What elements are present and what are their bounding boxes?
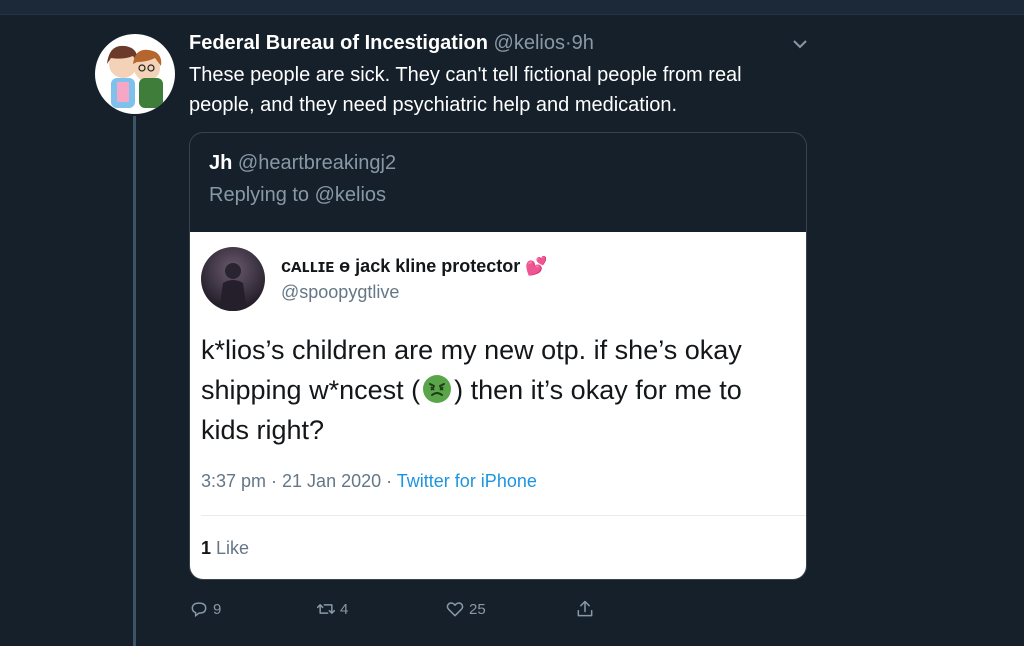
window-top-bar bbox=[0, 0, 1024, 15]
quoted-display-name[interactable]: Jh bbox=[209, 152, 232, 174]
screenshot-tweet-text: k*lios’s children are my new otp. if she… bbox=[201, 330, 806, 450]
like-button[interactable]: 25 bbox=[445, 596, 486, 622]
like-count: 25 bbox=[469, 600, 486, 618]
screenshot-likes: 1 Like bbox=[201, 536, 249, 560]
screenshot-text-line-2a: shipping w*ncest ( bbox=[201, 375, 421, 405]
retweet-button[interactable]: 4 bbox=[316, 596, 348, 622]
retweet-icon bbox=[316, 604, 336, 614]
screenshot-text-line-3: kids right? bbox=[201, 415, 325, 445]
share-icon bbox=[577, 600, 593, 617]
thread-line bbox=[133, 116, 136, 646]
display-name[interactable]: Federal Bureau of Incestigation bbox=[189, 32, 488, 54]
reply-button[interactable]: 9 bbox=[189, 596, 221, 622]
screenshot-meta-separator: · bbox=[381, 471, 397, 491]
attached-screenshot[interactable]: cᴀʟʟɪᴇ ɵ jack kline protector 💕 @spoopyg… bbox=[190, 232, 806, 579]
tweet-header: Federal Bureau of Incestigation @kelios·… bbox=[189, 30, 594, 56]
avatar[interactable] bbox=[95, 34, 175, 114]
screenshot-display-name: cᴀʟʟɪᴇ ɵ jack kline protector 💕 bbox=[281, 254, 548, 278]
screenshot-meta: 3:37 pm · 21 Jan 2020 · Twitter for iPho… bbox=[201, 469, 537, 493]
like-icon bbox=[446, 602, 464, 617]
screenshot-source: Twitter for iPhone bbox=[396, 471, 537, 491]
screenshot-avatar bbox=[201, 247, 265, 311]
chevron-down-icon[interactable] bbox=[792, 37, 808, 51]
screenshot-text-line-2b: ) then it’s okay for me to bbox=[454, 375, 742, 405]
screenshot-name-text: cᴀʟʟɪᴇ ɵ jack kline protector bbox=[281, 256, 521, 276]
separator-dot: · bbox=[564, 32, 572, 54]
nauseated-face-emoji bbox=[422, 374, 452, 404]
tweet-text: These people are sick. They can't tell f… bbox=[189, 64, 742, 116]
screenshot-timestamp: 3:37 pm · 21 Jan 2020 bbox=[201, 471, 382, 491]
screenshot-divider bbox=[201, 515, 806, 516]
screenshot-text-line-1: k*lios’s children are my new otp. if she… bbox=[201, 335, 742, 365]
screenshot-handle: @spoopygtlive bbox=[281, 282, 400, 302]
quoted-user-handle[interactable]: @heartbreakingj2 bbox=[238, 152, 396, 174]
heart-emoji: 💕 bbox=[525, 256, 548, 276]
tweet-time[interactable]: 9h bbox=[572, 32, 594, 54]
screenshot-likes-label: Like bbox=[216, 538, 250, 558]
quoted-tweet-header: Jh @heartbreakingj2 bbox=[209, 149, 396, 177]
reply-count: 9 bbox=[213, 600, 222, 618]
reply-icon bbox=[191, 602, 207, 618]
tweet-actions: 9 4 25 bbox=[189, 596, 609, 622]
screenshot-likes-count: 1 bbox=[201, 538, 212, 558]
share-button[interactable] bbox=[575, 596, 599, 622]
screenshot-text-line-2: shipping w*ncest ( ) then it’s okay for m… bbox=[201, 370, 806, 410]
replying-to: Replying to @kelios bbox=[209, 184, 387, 206]
retweet-count: 4 bbox=[340, 600, 349, 618]
quoted-tweet[interactable]: Jh @heartbreakingj2 Replying to @kelios … bbox=[189, 132, 807, 580]
user-handle[interactable]: @kelios bbox=[494, 32, 565, 54]
